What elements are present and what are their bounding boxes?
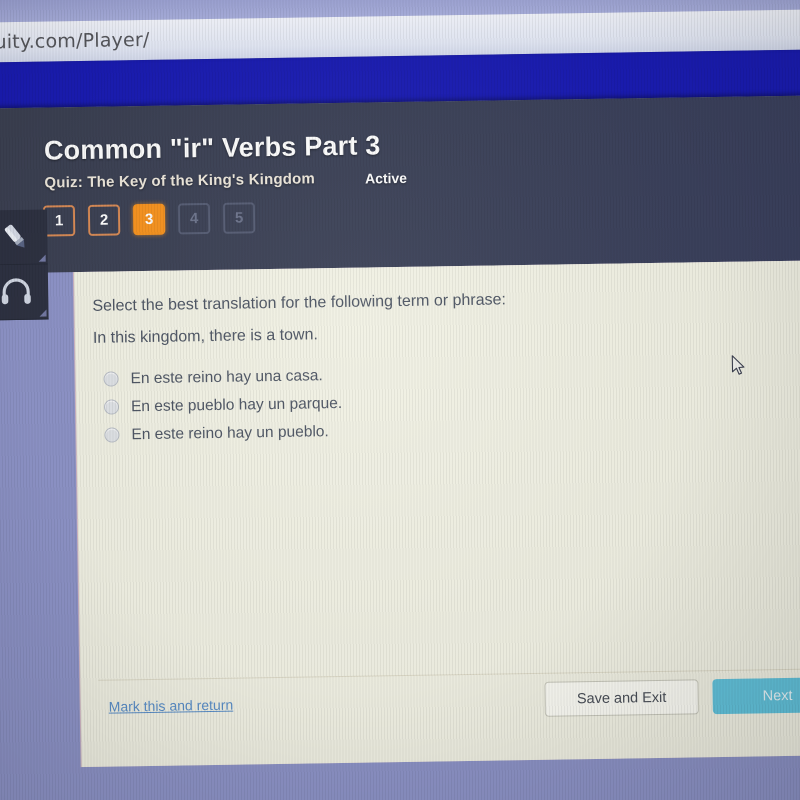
subtitle-row: Quiz: The Key of the King's Kingdom Acti… bbox=[44, 169, 408, 192]
mouse-cursor bbox=[731, 355, 747, 377]
question-button-1[interactable]: 1 bbox=[42, 205, 76, 237]
status-badge: Active bbox=[364, 169, 408, 187]
answer-option-2[interactable]: En este pueblo hay un parque. bbox=[103, 390, 343, 421]
question-button-label: 5 bbox=[234, 209, 244, 227]
headphones-icon bbox=[0, 277, 33, 308]
question-button-label: 4 bbox=[189, 210, 199, 228]
question-card: Select the best translation for the foll… bbox=[73, 260, 800, 768]
page-title: Common "ir" Verbs Part 3 bbox=[43, 130, 381, 166]
question-button-5[interactable]: 5 bbox=[222, 202, 256, 234]
question-button-label: 1 bbox=[54, 212, 64, 230]
highlighter-icon bbox=[0, 220, 33, 255]
lesson-header: Common "ir" Verbs Part 3 Quiz: The Key o… bbox=[0, 95, 800, 274]
question-button-label: 2 bbox=[99, 211, 109, 229]
radio-button-icon[interactable] bbox=[104, 427, 120, 443]
radio-button-icon[interactable] bbox=[103, 399, 120, 415]
question-button-2[interactable]: 2 bbox=[87, 204, 121, 236]
question-prompt: Select the best translation for the foll… bbox=[92, 291, 507, 315]
mark-this-and-return-link[interactable]: Mark this and return bbox=[109, 697, 234, 715]
answer-option-label: En este reino hay un pueblo. bbox=[131, 422, 329, 443]
answer-options[interactable]: En este reino hay una casa. En este pueb… bbox=[103, 362, 342, 450]
question-phrase: In this kingdom, there is a town. bbox=[92, 326, 319, 347]
answer-option-label: En este pueblo hay un parque. bbox=[130, 394, 343, 415]
quiz-subtitle: Quiz: The Key of the King's Kingdom bbox=[44, 170, 316, 192]
question-button-3[interactable]: 3 bbox=[132, 203, 166, 236]
tool-rail bbox=[0, 209, 49, 321]
screen-photo: nuity.com/Player/ Common "ir" Verbs Part… bbox=[0, 0, 800, 800]
highlighter-tool-button[interactable] bbox=[0, 209, 48, 266]
question-button-4[interactable]: 4 bbox=[177, 202, 211, 235]
question-navigation[interactable]: 1 2 3 4 5 bbox=[42, 202, 256, 237]
answer-option-label: En este reino hay una casa. bbox=[130, 366, 323, 387]
answer-option-1[interactable]: En este reino hay una casa. bbox=[103, 362, 342, 393]
question-button-label: 3 bbox=[144, 210, 154, 228]
audio-tool-button[interactable] bbox=[0, 264, 49, 321]
next-button[interactable]: Next bbox=[712, 677, 800, 715]
url-text: nuity.com/Player/ bbox=[0, 28, 150, 54]
answer-option-3[interactable]: En este reino hay un pueblo. bbox=[104, 418, 343, 449]
radio-button-icon[interactable] bbox=[103, 371, 119, 387]
monitor-screen: nuity.com/Player/ Common "ir" Verbs Part… bbox=[0, 0, 800, 800]
save-and-exit-button[interactable]: Save and Exit bbox=[544, 679, 699, 717]
